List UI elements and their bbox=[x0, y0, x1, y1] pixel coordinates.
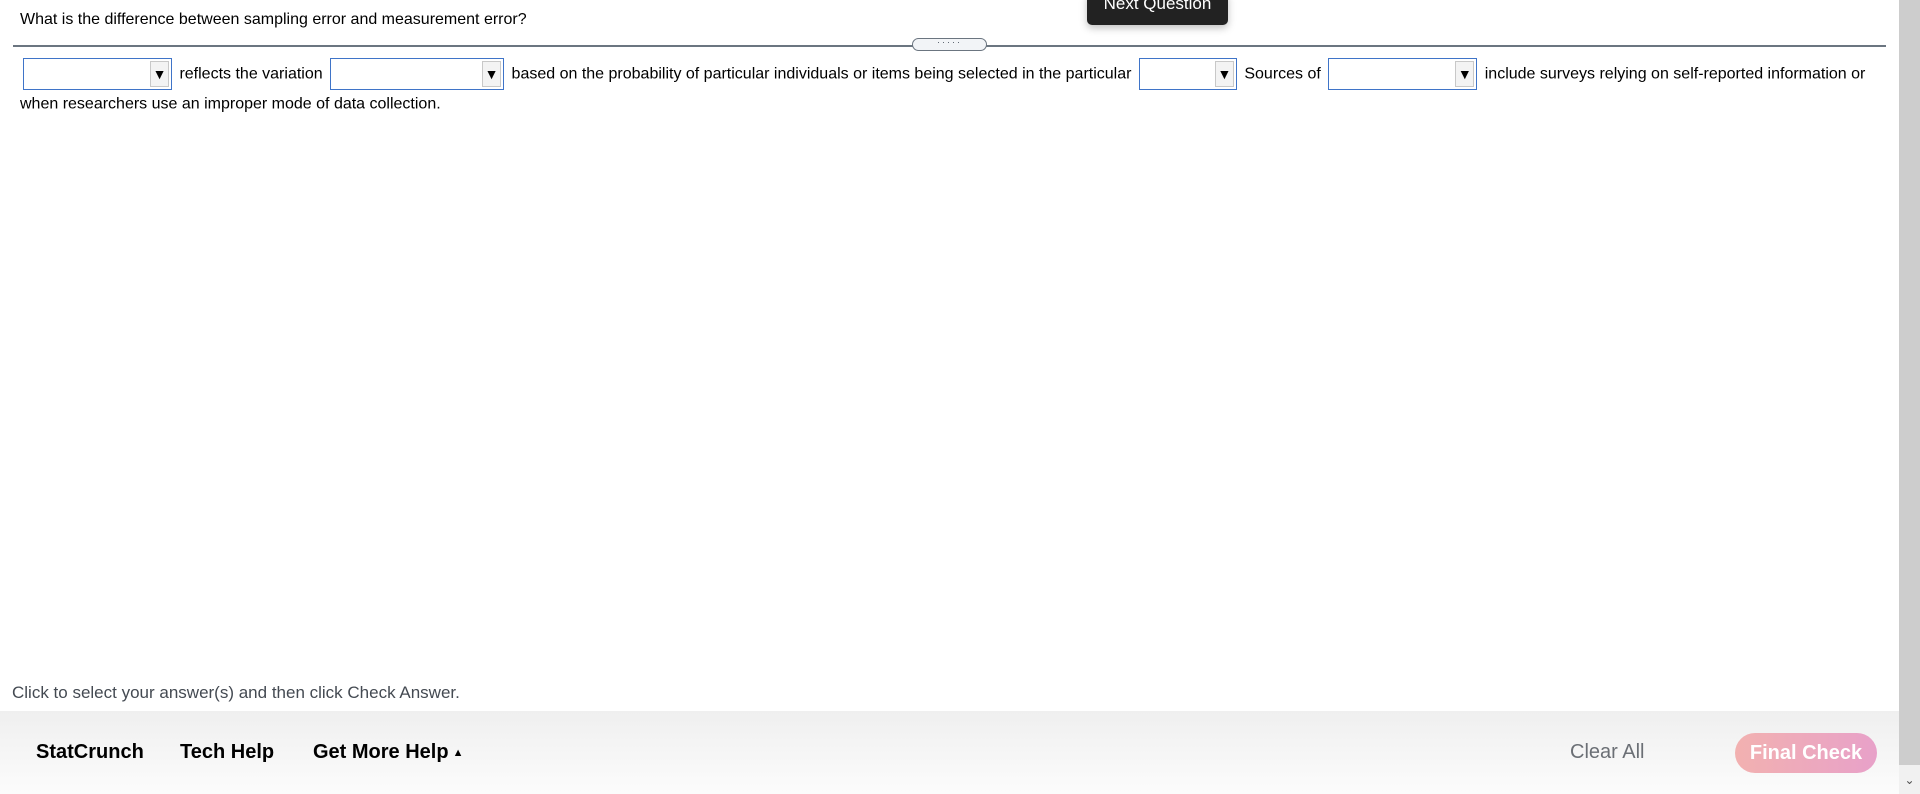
dropdown-arrow-icon[interactable]: ▼ bbox=[150, 61, 169, 87]
next-question-tooltip-label: Next Question bbox=[1103, 0, 1212, 13]
tech-help-link[interactable]: Tech Help bbox=[180, 741, 274, 764]
dropdown-arrow-icon[interactable]: ▼ bbox=[482, 61, 502, 87]
dropdown-arrow-icon[interactable]: ▼ bbox=[1214, 61, 1234, 87]
answer-dropdown-3[interactable]: ▼ bbox=[1138, 58, 1237, 90]
caret-up-icon: ▲ bbox=[452, 746, 464, 759]
scrollbar-thumb[interactable] bbox=[1899, 0, 1920, 765]
answer-dropdown-1[interactable]: ▼ bbox=[23, 58, 172, 90]
dropdown-arrow-icon[interactable]: ▼ bbox=[1455, 61, 1475, 87]
answer-text-segment: reflects the variation bbox=[179, 65, 323, 83]
statcrunch-link[interactable]: StatCrunch bbox=[36, 741, 144, 764]
vertical-scrollbar[interactable]: ⌄ bbox=[1899, 0, 1920, 794]
answer-dropdown-2[interactable]: ▼ bbox=[330, 58, 505, 90]
answer-text-segment: Sources of bbox=[1244, 65, 1321, 83]
next-question-tooltip: Next Question bbox=[1087, 0, 1228, 25]
answer-sentence: ▼ reflects the variation ▼ based on the … bbox=[20, 58, 1880, 117]
grip-dots-icon: ····· bbox=[937, 37, 962, 47]
question-text: What is the difference between sampling … bbox=[20, 11, 527, 28]
instruction-text: Click to select your answer(s) and then … bbox=[12, 683, 460, 702]
panel-resize-handle[interactable]: ····· bbox=[912, 38, 987, 51]
answer-text-segment: based on the probability of particular i… bbox=[511, 65, 1132, 83]
final-check-button[interactable]: Final Check bbox=[1735, 733, 1877, 773]
scroll-down-arrow-icon[interactable]: ⌄ bbox=[1899, 765, 1920, 794]
get-more-help-menu[interactable]: Get More Help ▲ bbox=[313, 741, 463, 764]
answer-dropdown-4[interactable]: ▼ bbox=[1328, 58, 1478, 90]
clear-all-button[interactable]: Clear All bbox=[1570, 741, 1644, 764]
get-more-help-label: Get More Help bbox=[313, 741, 449, 763]
footer-toolbar: StatCrunch Tech Help Get More Help ▲ Clea… bbox=[0, 711, 1899, 794]
